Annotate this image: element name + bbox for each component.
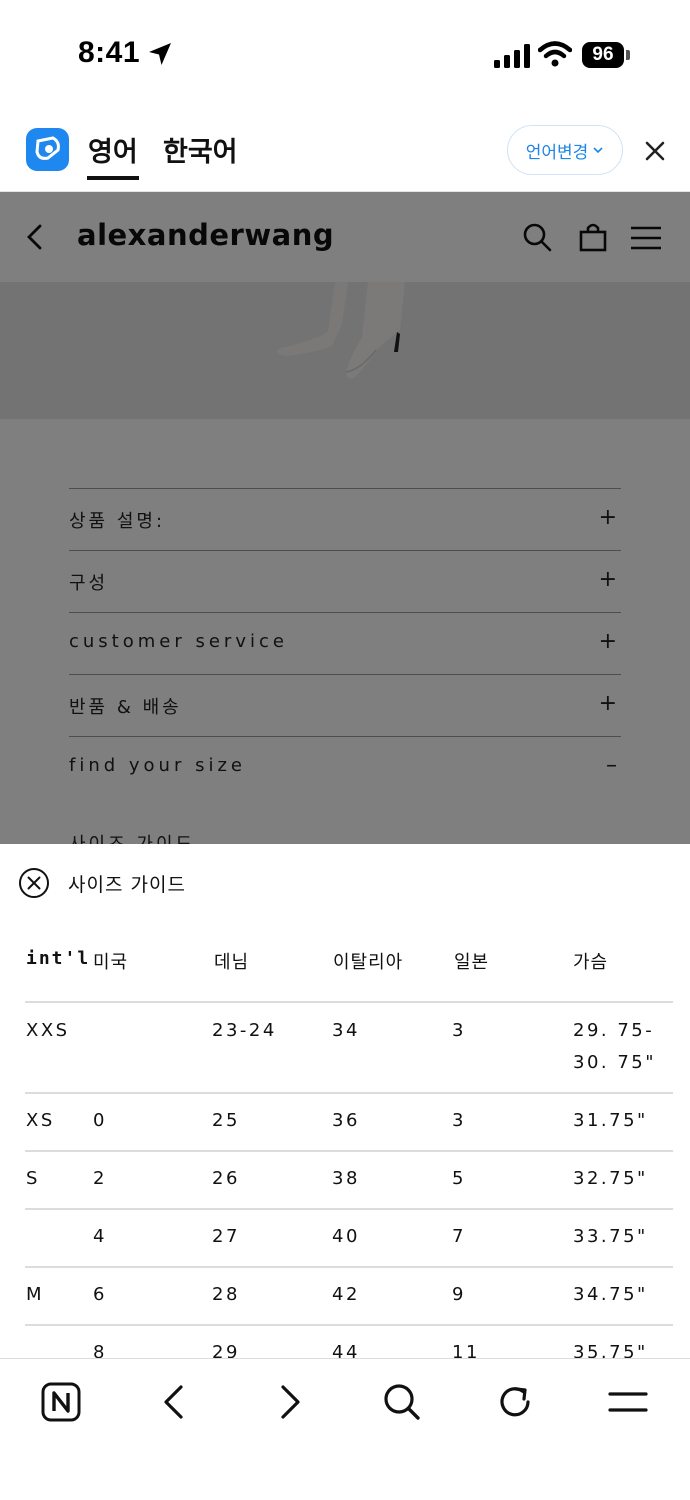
column-header-us: 미국	[93, 952, 129, 973]
table-cell-intl: XS	[26, 1110, 55, 1131]
battery-level: 96	[582, 42, 624, 68]
search-icon[interactable]	[381, 1381, 423, 1423]
table-cell-us: 2	[93, 1168, 107, 1189]
papago-logo-icon	[26, 128, 69, 171]
table-cell-italy: 36	[332, 1110, 360, 1131]
browser-toolbar	[0, 1358, 690, 1500]
table-cell-us: 4	[93, 1226, 107, 1247]
table-cell-chest: 34.75"	[573, 1284, 648, 1305]
table-cell-us: 6	[93, 1284, 107, 1305]
size-guide-title: 사이즈 가이드	[68, 874, 186, 896]
table-divider	[25, 1324, 673, 1326]
change-language-button[interactable]: 언어변경	[507, 125, 623, 175]
column-header-denim: 데님	[214, 952, 250, 973]
table-cell-chest: 35.75"	[573, 1342, 648, 1358]
column-header-chest: 가슴	[573, 952, 609, 973]
table-cell-japan: 7	[452, 1226, 466, 1247]
table-cell-chest: 31.75"	[573, 1110, 648, 1131]
menu-icon[interactable]	[607, 1381, 649, 1423]
translator-bar: 영어 한국어 언어변경	[0, 110, 690, 192]
table-cell-intl: M	[26, 1284, 45, 1305]
table-cell-chest: 32.75"	[573, 1168, 648, 1189]
forward-icon[interactable]	[268, 1381, 310, 1423]
table-cell-us: 0	[93, 1110, 107, 1131]
close-circle-icon[interactable]	[18, 867, 50, 899]
table-cell-intl: S	[26, 1168, 40, 1189]
table-divider	[25, 1266, 673, 1268]
refresh-icon[interactable]	[494, 1381, 536, 1423]
table-cell-japan: 11	[452, 1342, 480, 1358]
chevron-down-icon	[593, 147, 603, 154]
table-cell-chest: 33.75"	[573, 1226, 648, 1247]
location-arrow-icon	[149, 43, 171, 65]
change-language-label: 언어변경	[525, 142, 589, 163]
table-cell-italy: 40	[332, 1226, 360, 1247]
active-tab-indicator	[87, 176, 139, 180]
table-cell-denim: 28	[212, 1284, 240, 1305]
battery-icon: 96	[582, 42, 630, 68]
close-icon[interactable]	[643, 139, 667, 163]
column-header-italy: 이탈리아	[333, 952, 404, 973]
table-cell-italy: 42	[332, 1284, 360, 1305]
table-cell-denim: 26	[212, 1168, 240, 1189]
table-cell-denim: 29	[212, 1342, 240, 1358]
table-cell-japan: 5	[452, 1168, 466, 1189]
table-cell-italy: 34	[332, 1020, 360, 1041]
column-header-intl: int'l	[26, 948, 91, 969]
table-cell-japan: 3	[452, 1110, 466, 1131]
battery-tip	[626, 50, 630, 60]
size-guide-sheet: 사이즈 가이드 int'l 미국 데님 이탈리아 일본 가슴 XXS 23-24…	[0, 844, 690, 1358]
table-cell-denim: 25	[212, 1110, 240, 1131]
tab-english[interactable]: 영어	[88, 130, 138, 169]
table-cell-japan: 3	[452, 1020, 466, 1041]
signal-icon	[494, 44, 530, 68]
tab-korean[interactable]: 한국어	[163, 130, 238, 169]
table-cell-intl: XXS	[26, 1020, 70, 1041]
table-cell-italy: 44	[332, 1342, 360, 1358]
naver-home-icon[interactable]	[40, 1381, 82, 1423]
wifi-icon	[538, 41, 572, 67]
back-icon[interactable]	[154, 1381, 196, 1423]
status-time: 8:41	[78, 36, 141, 69]
table-cell-italy: 38	[332, 1168, 360, 1189]
status-bar: 8:41 96	[0, 0, 690, 110]
table-divider	[25, 1208, 673, 1210]
table-cell-chest: 29. 75- 30. 75"	[573, 1020, 657, 1073]
table-divider	[25, 1150, 673, 1152]
table-cell-japan: 9	[452, 1284, 466, 1305]
column-header-japan: 일본	[454, 952, 490, 973]
table-cell-denim: 27	[212, 1226, 240, 1247]
modal-backdrop[interactable]	[0, 192, 690, 844]
table-divider	[25, 1092, 673, 1094]
table-divider	[25, 1001, 673, 1003]
table-cell-denim: 23-24	[212, 1020, 277, 1041]
table-cell-us: 8	[93, 1342, 107, 1358]
